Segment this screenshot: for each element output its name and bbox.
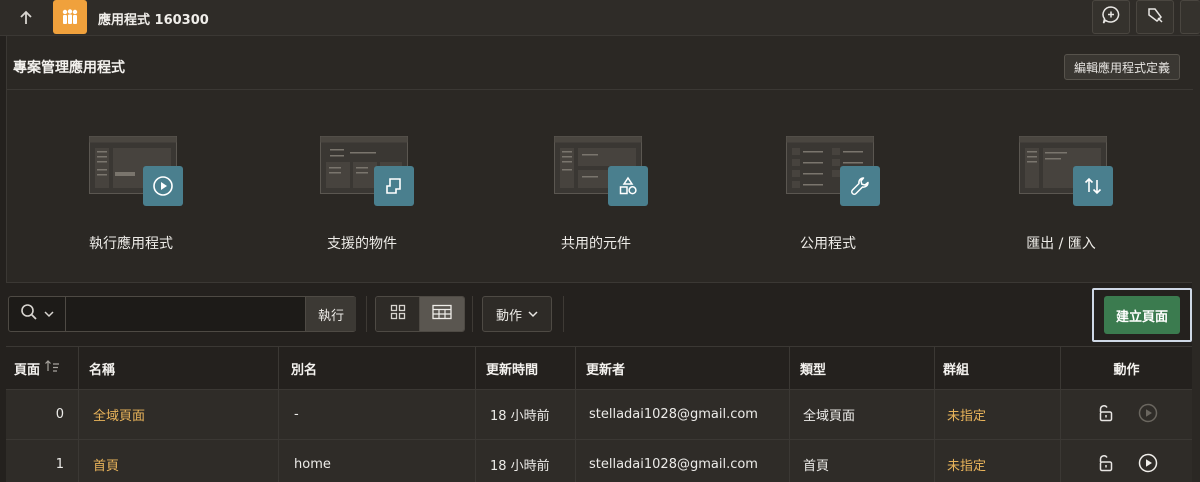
tile-label: 匯出 / 匯入	[1026, 236, 1096, 252]
edit-application-button[interactable]: 編輯應用程式定義	[1063, 54, 1180, 80]
developer-tool-button[interactable]	[1136, 0, 1174, 34]
feedback-button[interactable]	[1092, 0, 1130, 34]
play-icon	[143, 166, 183, 206]
view-toggle-group	[375, 296, 465, 332]
app-people-icon[interactable]	[53, 0, 87, 34]
wrench-icon	[840, 166, 880, 206]
tile-shared-components[interactable]: 共用的元件	[516, 136, 676, 266]
run-page-icon	[1138, 403, 1158, 427]
chevron-down-icon	[44, 307, 54, 322]
column-header-label: 頁面	[14, 362, 41, 378]
column-header-alias[interactable]: 別名	[279, 347, 476, 389]
tile-run-application[interactable]: 執行應用程式	[51, 136, 211, 266]
tile-label: 執行應用程式	[89, 236, 173, 252]
column-header-actions: 動作	[1113, 362, 1140, 378]
page-updated-by: stelladai1028@gmail.com	[576, 440, 790, 482]
column-header-updated-by[interactable]: 更新者	[576, 347, 790, 389]
page-type: 首頁	[790, 440, 935, 482]
developer-tool-icon	[1145, 5, 1165, 29]
page-alias: home	[279, 440, 476, 482]
search-input[interactable]	[67, 297, 305, 331]
grid-icon	[390, 304, 406, 324]
search-icon	[20, 303, 38, 325]
row-actions	[1061, 440, 1192, 482]
page-group-link[interactable]: 未指定	[935, 390, 1061, 439]
column-header-group[interactable]: 群組	[935, 347, 1061, 389]
page-name-link[interactable]: 全域頁面	[79, 390, 279, 439]
create-page-button[interactable]: 建立頁面	[1104, 296, 1180, 334]
tile-label: 共用的元件	[561, 236, 631, 252]
page-number: 1	[6, 440, 79, 482]
arrows-updown-icon	[1073, 166, 1113, 206]
page-updated-by: stelladai1028@gmail.com	[576, 390, 790, 439]
tile-label: 公用程式	[800, 236, 856, 252]
app-title: 應用程式 160300	[98, 13, 209, 28]
toolbar-divider	[472, 296, 473, 332]
shapes-icon	[608, 166, 648, 206]
more-menu-button[interactable]	[1180, 0, 1200, 34]
report-view-button[interactable]	[420, 297, 464, 331]
arrow-up-icon[interactable]	[14, 7, 38, 29]
column-header-name[interactable]: 名稱	[79, 347, 279, 389]
sort-ascending-icon	[44, 359, 60, 377]
chevron-down-icon	[528, 307, 538, 322]
table-row: 0 全域頁面 - 18 小時前 stelladai1028@gmail.com …	[6, 390, 1192, 440]
page-name-link[interactable]: 首頁	[79, 440, 279, 482]
icon-view-button[interactable]	[376, 297, 420, 331]
column-header-type[interactable]: 類型	[790, 347, 935, 389]
region-title: 專案管理應用程式	[13, 60, 125, 76]
page-alias: -	[279, 390, 476, 439]
page-number: 0	[6, 390, 79, 439]
table-header-row: 頁面 名稱 別名 更新時間 更新者 類型 群組 動作	[6, 346, 1192, 390]
tile-supporting-objects[interactable]: 支援的物件	[282, 136, 442, 266]
table-icon	[432, 304, 452, 324]
toolbar-divider	[563, 296, 564, 332]
search-column-select[interactable]	[9, 297, 66, 331]
search-group: 執行	[8, 296, 356, 332]
page-toolbar: 執行 動作 建立頁面	[6, 282, 1192, 346]
page-updated: 18 小時前	[476, 390, 576, 439]
feedback-icon	[1101, 5, 1121, 29]
application-region: 專案管理應用程式 編輯應用程式定義 執行應用程式 支援的物件 共用的元件 公用程…	[6, 36, 1193, 282]
region-header	[7, 46, 1193, 90]
column-header-updated[interactable]: 更新時間	[476, 347, 576, 389]
toolbar-divider	[366, 296, 367, 332]
page-group-link[interactable]: 未指定	[935, 440, 1061, 482]
page-type: 全域頁面	[790, 390, 935, 439]
tile-export-import[interactable]: 匯出 / 匯入	[981, 136, 1141, 266]
scroll-icon	[374, 166, 414, 206]
actions-menu-button[interactable]: 動作	[482, 296, 552, 332]
unlock-icon[interactable]	[1096, 403, 1116, 427]
unlock-icon[interactable]	[1096, 453, 1116, 477]
column-header-page[interactable]: 頁面	[6, 347, 79, 389]
top-bar: 應用程式 160300	[0, 0, 1200, 36]
tile-utilities[interactable]: 公用程式	[748, 136, 908, 266]
row-actions	[1061, 390, 1192, 439]
page-updated: 18 小時前	[476, 440, 576, 482]
run-page-icon[interactable]	[1138, 453, 1158, 477]
actions-label: 動作	[495, 308, 522, 324]
go-button[interactable]: 執行	[305, 297, 356, 331]
table-row: 1 首頁 home 18 小時前 stelladai1028@gmail.com…	[6, 440, 1192, 482]
tile-label: 支援的物件	[327, 236, 397, 252]
